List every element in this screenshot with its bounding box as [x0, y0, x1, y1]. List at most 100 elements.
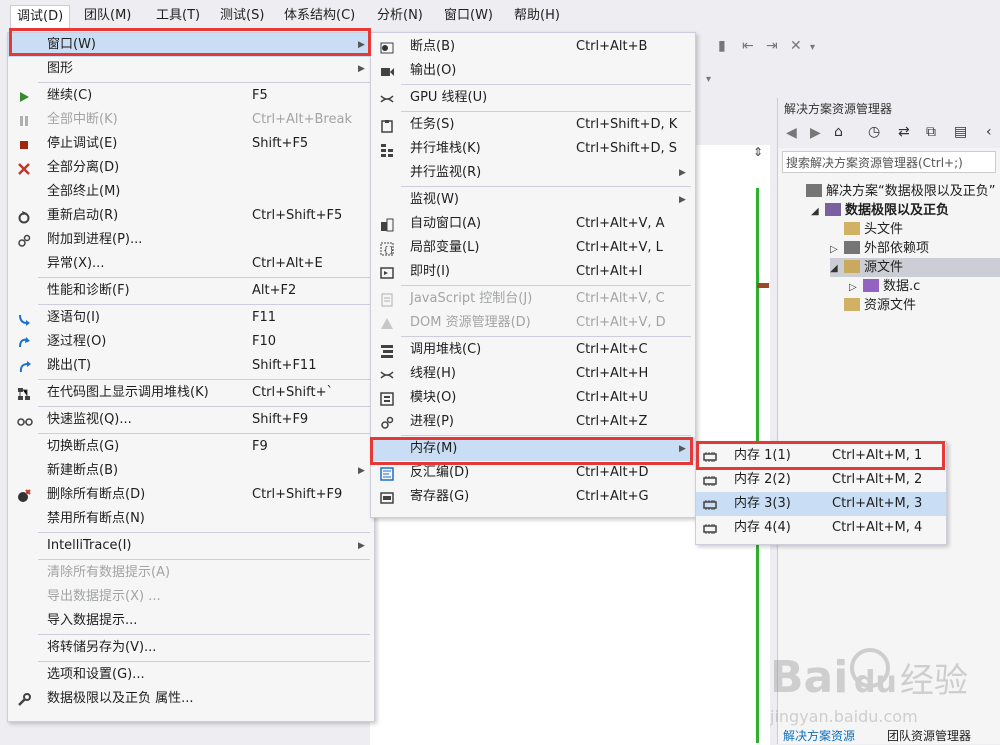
window-menu-item-24[interactable]: 寄存器(G) Ctrl+Alt+G [371, 485, 695, 509]
svg-text:jingyan.baidu.com: jingyan.baidu.com [770, 707, 918, 726]
sync-icon[interactable]: ⇄ [898, 124, 910, 140]
chevron-left-icon[interactable]: ‹ [986, 124, 992, 140]
debug-menu-item-6[interactable]: 全部分离(D) [8, 156, 374, 180]
bookmark-clear-icon[interactable]: ✕ [790, 38, 802, 54]
menu-item-shortcut: Ctrl+Alt+V, D [576, 315, 666, 330]
window-menu-item-1[interactable]: 输出(O) [371, 59, 695, 83]
forward-icon[interactable]: ▶ [810, 125, 821, 141]
window-menu-item-23[interactable]: 反汇编(D) Ctrl+Alt+D [371, 461, 695, 485]
debug-menu-item-35[interactable]: 选项和设置(G)... [8, 663, 374, 687]
expand-arrow-icon[interactable]: ◢ [811, 202, 825, 221]
tree-node[interactable]: 资源文件 [830, 296, 916, 315]
baidu-watermark-logo: Bai du 经验 jingyan.baidu.com [769, 630, 1000, 740]
debug-menu-item-12[interactable]: 性能和诊断(F) Alt+F2 [8, 279, 374, 303]
debug-menu-item-24[interactable]: 删除所有断点(D) Ctrl+Shift+F9 [8, 483, 374, 507]
properties-icon[interactable]: ▤ [954, 124, 967, 140]
toolbar-overflow-icon[interactable]: ▾ [706, 74, 711, 85]
window-menu-item-0[interactable]: 断点(B) Ctrl+Alt+B [371, 35, 695, 59]
debug-menu-item-29[interactable]: 清除所有数据提示(A) [8, 561, 374, 585]
debug-menu-item-31[interactable]: 导入数据提示... [8, 609, 374, 633]
menu-item-shortcut: Ctrl+Alt+M, 1 [832, 448, 923, 463]
memory-menu-item-2[interactable]: 内存 3(3) Ctrl+Alt+M, 3 [696, 492, 946, 516]
debug-menu-item-5[interactable]: 停止调试(E) Shift+F5 [8, 132, 374, 156]
menu-item-label: 寄存器(G) [410, 489, 470, 504]
window-menu-item-19[interactable]: 模块(O) Ctrl+Alt+U [371, 386, 695, 410]
memory-menu-item-1[interactable]: 内存 2(2) Ctrl+Alt+M, 2 [696, 468, 946, 492]
debug-menu-item-16[interactable]: 跳出(T) Shift+F11 [8, 354, 374, 378]
menubar-item-5[interactable]: 分析(N) [371, 5, 429, 27]
window-menu-item-10[interactable]: 自动窗口(A) Ctrl+Alt+V, A [371, 212, 695, 236]
collapse-all-icon[interactable]: ⧉ [926, 124, 936, 140]
window-menu-item-3[interactable]: GPU 线程(U) [371, 86, 695, 110]
window-menu-item-20[interactable]: 进程(P) Ctrl+Alt+Z [371, 410, 695, 434]
debug-menu-item-20[interactable]: 快速监视(Q)... Shift+F9 [8, 408, 374, 432]
debug-menu-item-22[interactable]: 切换断点(G) F9 [8, 435, 374, 459]
debug-menu-item-27[interactable]: IntelliTrace(I) ▶ [8, 534, 374, 558]
window-menu-item-18[interactable]: 线程(H) Ctrl+Alt+H [371, 362, 695, 386]
tree-node[interactable]: ▷ 外部依赖项 [830, 239, 929, 258]
debug-menu-item-14[interactable]: 逐语句(I) F11 [8, 306, 374, 330]
debug-menu-item-7[interactable]: 全部终止(M) [8, 180, 374, 204]
tree-node[interactable]: 头文件 [830, 220, 903, 239]
window-menu-item-14[interactable]: JavaScript 控制台(J) Ctrl+Alt+V, C [371, 287, 695, 311]
debug-menu-item-36[interactable]: 数据极限以及正负 属性... [8, 687, 374, 711]
menubar-item-7[interactable]: 帮助(H) [508, 5, 566, 27]
menu-item-label: 全部分离(D) [47, 160, 120, 175]
debug-menu-item-25[interactable]: 禁用所有断点(N) [8, 507, 374, 531]
menubar-item-3[interactable]: 测试(S) [214, 5, 270, 27]
window-menu-item-15[interactable]: DOM 资源管理器(D) Ctrl+Alt+V, D [371, 311, 695, 335]
menubar-item-6[interactable]: 窗口(W) [438, 5, 499, 27]
debug-menu-item-0[interactable]: 窗口(W) ▶ [8, 33, 374, 57]
menubar-item-4[interactable]: 体系结构(C) [278, 5, 361, 27]
split-icon[interactable]: ⇕ [753, 145, 767, 165]
tasks-icon [380, 118, 394, 133]
history-icon[interactable]: ◷ [868, 124, 880, 140]
memory-menu-item-0[interactable]: 内存 1(1) Ctrl+Alt+M, 1 [696, 444, 946, 468]
tree-node[interactable]: ▷ 数据.c [849, 277, 920, 296]
memory-menu-item-3[interactable]: 内存 4(4) Ctrl+Alt+M, 4 [696, 516, 946, 540]
menu-item-shortcut: Ctrl+Alt+Z [576, 414, 648, 429]
expand-arrow-icon[interactable]: ◢ [830, 259, 844, 278]
menu-separator [38, 406, 370, 407]
menu-item-shortcut: Ctrl+Shift+D, K [576, 117, 678, 132]
memory-icon [702, 521, 717, 535]
debug-menu-item-4[interactable]: 全部中断(K) Ctrl+Alt+Break [8, 108, 374, 132]
bookmark-prev-icon[interactable]: ⇤ [742, 38, 754, 54]
window-menu-item-7[interactable]: 并行监视(R) ▶ [371, 161, 695, 185]
tree-node[interactable]: ◢ 数据极限以及正负 [811, 201, 949, 220]
debug-menu-item-23[interactable]: 新建断点(B) ▶ [8, 459, 374, 483]
window-menu-item-11[interactable]: {} 局部变量(L) Ctrl+Alt+V, L [371, 236, 695, 260]
gpu-threads-icon [380, 91, 394, 105]
home-icon[interactable]: ⌂ [834, 124, 843, 140]
submenu-arrow-icon: ▶ [358, 541, 365, 551]
window-menu-item-12[interactable]: 即时(I) Ctrl+Alt+I [371, 260, 695, 284]
menu-item-shortcut: Shift+F11 [252, 358, 317, 373]
tree-node[interactable]: 解决方案“数据极限以及正负” [792, 182, 995, 201]
expand-arrow-icon[interactable]: ▷ [830, 240, 844, 259]
window-menu-item-22[interactable]: 内存(M) ▶ [371, 437, 695, 461]
debug-menu-item-15[interactable]: 逐过程(O) F10 [8, 330, 374, 354]
menubar-item-0[interactable]: 调试(D) [10, 5, 71, 28]
debug-menu-item-33[interactable]: 将转储另存为(V)... [8, 636, 374, 660]
window-menu-item-9[interactable]: 监视(W) ▶ [371, 188, 695, 212]
window-menu-item-5[interactable]: 任务(S) Ctrl+Shift+D, K [371, 113, 695, 137]
debug-menu-item-30[interactable]: 导出数据提示(X) ... [8, 585, 374, 609]
debug-menu-item-10[interactable]: 异常(X)... Ctrl+Alt+E [8, 252, 374, 276]
expand-arrow-icon[interactable]: ▷ [849, 278, 863, 297]
bookmark-next-icon[interactable]: ⇥ [766, 38, 778, 54]
back-icon[interactable]: ◀ [786, 125, 797, 141]
window-menu-item-17[interactable]: 调用堆栈(C) Ctrl+Alt+C [371, 338, 695, 362]
window-menu-item-6[interactable]: 并行堆栈(K) Ctrl+Shift+D, S [371, 137, 695, 161]
tree-node[interactable]: ◢ 源文件 [830, 258, 1000, 277]
toolbar-overflow-icon[interactable]: ▾ [810, 42, 815, 53]
debug-menu-item-3[interactable]: 继续(C) F5 [8, 84, 374, 108]
debug-menu-item-18[interactable]: 在代码图上显示调用堆栈(K) Ctrl+Shift+` [8, 381, 374, 405]
menu-item-label: 导入数据提示... [47, 613, 138, 628]
debug-menu-item-9[interactable]: 附加到进程(P)... [8, 228, 374, 252]
menubar-item-2[interactable]: 工具(T) [150, 5, 206, 27]
debug-menu-item-1[interactable]: 图形 ▶ [8, 57, 374, 81]
menubar-item-1[interactable]: 团队(M) [78, 5, 137, 27]
solution-search-input[interactable]: 搜索解决方案资源管理器(Ctrl+;) [782, 151, 996, 173]
bookmark-icon[interactable]: ▮ [718, 38, 726, 54]
debug-menu-item-8[interactable]: 重新启动(R) Ctrl+Shift+F5 [8, 204, 374, 228]
